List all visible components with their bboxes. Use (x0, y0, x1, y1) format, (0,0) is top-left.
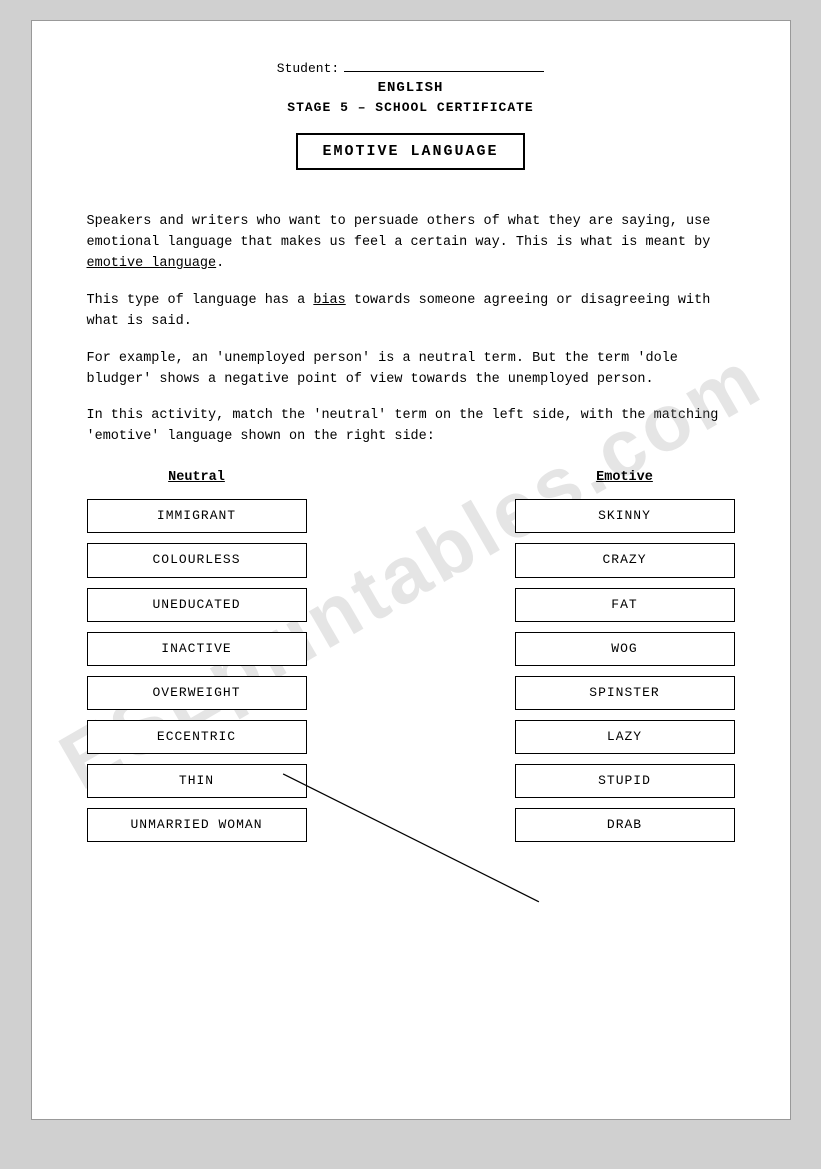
neutral-word-2: COLOURLESS (87, 543, 307, 577)
neutral-word-7: THIN (87, 764, 307, 798)
main-title-box: EMOTIVE LANGUAGE (296, 133, 524, 170)
emotive-word-7: STUPID (515, 764, 735, 798)
emotive-word-6: LAZY (515, 720, 735, 754)
neutral-header: Neutral (87, 468, 307, 489)
emotive-word-3: FAT (515, 588, 735, 622)
emotive-word-5: SPINSTER (515, 676, 735, 710)
bias-underline: bias (313, 293, 345, 308)
neutral-word-4: INACTIVE (87, 632, 307, 666)
emotive-word-4: WOG (515, 632, 735, 666)
student-label: Student: (277, 61, 339, 76)
neutral-word-5: OVERWEIGHT (87, 676, 307, 710)
neutral-word-8: UNMARRIED WOMAN (87, 808, 307, 842)
paragraph-1: Speakers and writers who want to persuad… (87, 212, 735, 275)
title-english: ENGLISH (87, 80, 735, 96)
student-line: Student: (87, 61, 735, 76)
neutral-column: Neutral IMMIGRANT COLOURLESS UNEDUCATED … (87, 468, 307, 852)
matching-section: Neutral IMMIGRANT COLOURLESS UNEDUCATED … (87, 468, 735, 852)
paragraph-3: For example, an 'unemployed person' is a… (87, 349, 735, 391)
student-underline (344, 71, 544, 72)
content-section: Speakers and writers who want to persuad… (87, 212, 735, 852)
paragraph-4: In this activity, match the 'neutral' te… (87, 406, 735, 448)
emotive-language-underline: emotive language (87, 256, 217, 271)
emotive-word-8: DRAB (515, 808, 735, 842)
neutral-word-3: UNEDUCATED (87, 588, 307, 622)
paragraph-2: This type of language has a bias towards… (87, 291, 735, 333)
neutral-word-6: ECCENTRIC (87, 720, 307, 754)
title-stage: STAGE 5 – SCHOOL CERTIFICATE (87, 100, 735, 115)
header-section: Student: ENGLISH STAGE 5 – SCHOOL CERTIF… (87, 61, 735, 192)
emotive-header: Emotive (515, 468, 735, 489)
emotive-word-1: SKINNY (515, 499, 735, 533)
emotive-word-2: CRAZY (515, 543, 735, 577)
neutral-word-1: IMMIGRANT (87, 499, 307, 533)
worksheet-page: ESLprintables.com Student: ENGLISH STAGE… (31, 20, 791, 1120)
emotive-column: Emotive SKINNY CRAZY FAT WOG SPINSTER LA… (515, 468, 735, 852)
